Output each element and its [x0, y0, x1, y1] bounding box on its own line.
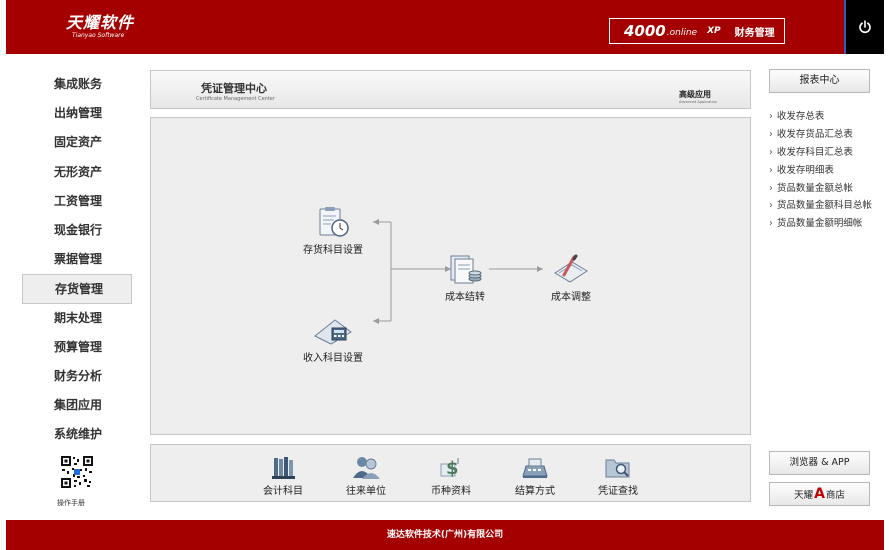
footer-company: 速达软件技术(广州)有限公司 — [386, 530, 504, 540]
sidebar-item-cash-bank[interactable]: 现金银行 — [22, 216, 132, 245]
income-subject-setup[interactable]: 收入科目设置 — [303, 314, 363, 364]
toolbar-item-accounts[interactable]: 会计科目 — [263, 454, 303, 497]
sidebar-item-intangible-assets[interactable]: 无形资产 — [22, 158, 132, 187]
cost-transfer-label: 成本结转 — [445, 292, 485, 303]
report-link[interactable]: 收发存总表 — [769, 108, 872, 126]
logo-sub-text: Tianyao Software — [72, 32, 125, 39]
edition-xp: XP — [707, 26, 721, 36]
clipboard-clock-icon — [319, 207, 349, 237]
folder-search-icon — [605, 459, 630, 478]
inventory-subject-label: 存货科目设置 — [303, 245, 363, 256]
sidebar-item-integrated-accounting[interactable]: 集成账务 — [22, 70, 132, 99]
toolbar-accounts-label: 会计科目 — [263, 486, 303, 497]
pen-document-icon — [554, 254, 588, 283]
brand-logo: 天耀软件 Tianyao Software — [66, 13, 135, 40]
report-link[interactable]: 收发存科目汇总表 — [769, 144, 872, 162]
inventory-subject-setup[interactable]: 存货科目设置 — [303, 206, 363, 256]
page-subtitle: Certificate Management Center — [196, 96, 275, 102]
sidebar-item-payroll[interactable]: 工资管理 — [22, 187, 132, 216]
bottom-toolbar: 会计科目 往来单位 $ 币种资料 结算方式 凭证查找 — [150, 444, 751, 502]
sidebar-item-system[interactable]: 系统维护 — [22, 420, 132, 449]
report-link[interactable]: 货品数量金额科目总帐 — [769, 197, 872, 215]
cost-adjustment[interactable]: 成本调整 — [551, 253, 591, 303]
browser-app-button[interactable]: 浏览器 & APP — [769, 451, 870, 475]
logo-main-text: 天耀软件 — [66, 13, 135, 32]
module-title-bar: 凭证管理中心 Certificate Management Center 高级应… — [150, 70, 751, 109]
svg-text:$: $ — [446, 458, 459, 479]
toolbar-settlement-label: 结算方式 — [515, 486, 555, 497]
report-center-button[interactable]: 报表中心 — [769, 69, 870, 93]
cash-register-icon — [522, 458, 548, 478]
edition-name: 财务管理 — [734, 27, 775, 39]
toolbar-item-currency[interactable]: $ 币种资料 — [431, 454, 471, 497]
power-button[interactable] — [844, 0, 884, 54]
sidebar-item-period-end[interactable]: 期末处理 — [22, 304, 132, 333]
store-prefix: 天耀 — [794, 490, 814, 501]
sidebar-item-financial-analysis[interactable]: 财务分析 — [22, 362, 132, 391]
store-suffix: 商店 — [825, 490, 845, 501]
advanced-app-en: Advanced Application — [679, 100, 717, 104]
cost-adjust-label: 成本调整 — [551, 292, 591, 303]
top-header: 天耀软件 Tianyao Software 4000 .online XP 财务… — [6, 0, 884, 54]
sidebar-item-fixed-assets[interactable]: 固定资产 — [22, 128, 132, 157]
advanced-app-link[interactable]: 高级应用 — [679, 89, 711, 100]
toolbar-voucher-search-label: 凭证查找 — [598, 486, 638, 497]
report-link[interactable]: 收发存明细表 — [769, 162, 872, 180]
sidebar-item-group[interactable]: 集团应用 — [22, 391, 132, 420]
sidebar-item-cashier[interactable]: 出纳管理 — [22, 99, 132, 128]
voucher-flow-panel: 存货科目设置 收入科目设置 成本结转 成本调整 — [150, 117, 751, 435]
ledger-binders-icon — [272, 457, 295, 479]
store-letter: A — [814, 486, 825, 502]
cost-transfer[interactable]: 成本结转 — [445, 253, 485, 303]
edition-badge: 4000 .online XP 财务管理 — [609, 18, 785, 44]
footer-bar: 速达软件技术(广州)有限公司 — [6, 520, 884, 550]
calculator-icon — [314, 319, 352, 345]
power-icon — [859, 20, 871, 34]
sidebar-item-budget[interactable]: 预算管理 — [22, 333, 132, 362]
income-subject-label: 收入科目设置 — [303, 353, 363, 364]
qr-code-icon[interactable] — [60, 455, 94, 489]
report-link[interactable]: 货品数量金额明细帐 — [769, 215, 872, 233]
toolbar-partners-label: 往来单位 — [346, 486, 386, 497]
currency-icon: $ — [440, 458, 459, 479]
edition-online: .online — [666, 28, 698, 38]
sidebar-item-inventory[interactable]: 存货管理 — [22, 274, 132, 304]
manual-label[interactable]: 操作手册 — [57, 498, 85, 508]
toolbar-item-voucher-search[interactable]: 凭证查找 — [598, 454, 638, 497]
app-store-button[interactable]: 天耀A商店 — [769, 482, 870, 506]
edition-number: 4000 — [624, 22, 666, 40]
toolbar-currency-label: 币种资料 — [431, 486, 471, 497]
module-sidebar: 集成账务 出纳管理 固定资产 无形资产 工资管理 现金银行 票据管理 存货管理 … — [22, 70, 132, 449]
toolbar-item-partners[interactable]: 往来单位 — [346, 454, 386, 497]
sidebar-item-notes[interactable]: 票据管理 — [22, 245, 132, 274]
documents-stack-icon — [450, 255, 482, 284]
report-link[interactable]: 货品数量金额总帐 — [769, 180, 872, 198]
page-title: 凭证管理中心 — [201, 82, 267, 95]
toolbar-item-settlement[interactable]: 结算方式 — [515, 454, 555, 497]
report-link[interactable]: 收发存货品汇总表 — [769, 126, 872, 144]
report-list: 收发存总表 收发存货品汇总表 收发存科目汇总表 收发存明细表 货品数量金额总帐 … — [769, 108, 872, 233]
people-icon — [353, 457, 380, 479]
